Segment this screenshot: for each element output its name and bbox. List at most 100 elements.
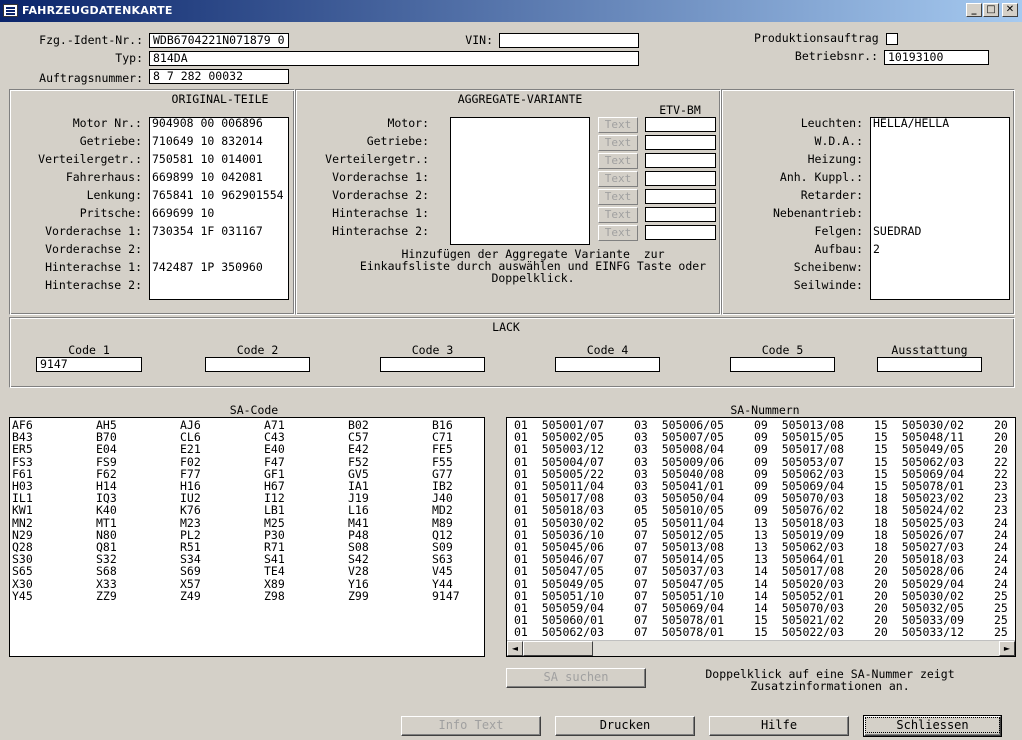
original-teile-value[interactable]: 710649 10 832014 (152, 134, 263, 148)
produktionsauftrag-checkbox[interactable] (886, 33, 898, 45)
equipment-label: Felgen: (814, 224, 863, 238)
vin-field[interactable] (499, 33, 639, 48)
aggregate-text-button[interactable]: Text (598, 153, 638, 169)
sa-code-listbox[interactable] (9, 417, 485, 657)
equipment-label: Nebenantrieb: (772, 206, 863, 220)
lack-code-field[interactable] (555, 357, 660, 372)
vin-label: VIN: (465, 33, 493, 47)
betriebsnr-field[interactable]: 10193100 (884, 50, 989, 65)
hilfe-button[interactable]: Hilfe (709, 716, 849, 736)
original-teile-value[interactable]: 730354 1F 031167 (152, 224, 263, 238)
etv-bm-field[interactable] (645, 207, 716, 222)
equipment-listbox[interactable] (870, 117, 1010, 300)
minimize-button[interactable]: _ (966, 3, 982, 17)
lack-code-field[interactable] (380, 357, 485, 372)
original-teile-label: Hinterachse 1: (45, 260, 142, 274)
original-teile-value[interactable]: 750581 10 014001 (152, 152, 263, 166)
original-teile-label: Fahrerhaus: (65, 170, 142, 184)
etv-bm-field[interactable] (645, 117, 716, 132)
original-teile-value[interactable]: 742487 1P 350960 (152, 260, 263, 274)
aggregate-text-button[interactable]: Text (598, 207, 638, 223)
equipment-label: Scheibenw: (793, 260, 863, 274)
window-title: FAHRZEUGDATENKARTE (22, 4, 173, 17)
scroll-right-arrow-icon[interactable]: ► (999, 641, 1015, 656)
sa-nummer-cell[interactable]: 15 505022/03 (754, 625, 844, 639)
title-bar: FAHRZEUGDATENKARTE _ □ ✕ (0, 0, 1022, 22)
info-text-button[interactable]: Info Text (401, 716, 541, 736)
fzg-ident-label: Fzg.-Ident-Nr.: (39, 33, 143, 47)
maximize-button[interactable]: □ (983, 3, 999, 17)
lack-code-field[interactable]: 9147 (36, 357, 142, 372)
produktionsauftrag-label: Produktionsauftrag (754, 31, 879, 45)
original-teile-value[interactable]: 669899 10 042081 (152, 170, 263, 184)
equipment-label: Retarder: (800, 188, 863, 202)
aggregate-text-button[interactable]: Text (598, 135, 638, 151)
sa-code-cell[interactable]: Z49 (180, 589, 201, 603)
equipment-label: Heizung: (807, 152, 863, 166)
app-icon[interactable] (3, 4, 18, 17)
lack-code-label: Code 5 (761, 343, 804, 357)
sa-code-cell[interactable]: Z99 (348, 589, 369, 603)
original-teile-label: Hinterachse 2: (45, 278, 142, 292)
aggregate-label: Verteilergetr.: (325, 152, 429, 166)
scroll-left-arrow-icon[interactable]: ◄ (507, 641, 523, 656)
original-teile-value[interactable]: 765841 10 962901554 (152, 188, 284, 202)
original-teile-label: Pritsche: (79, 206, 142, 220)
typ-label: Typ: (115, 51, 143, 65)
original-teile-label: Getriebe: (79, 134, 142, 148)
scroll-thumb[interactable] (523, 641, 593, 656)
sa-suchen-button[interactable]: SA suchen (506, 668, 646, 688)
equipment-value[interactable]: 2 (873, 242, 880, 256)
sa-nummer-hint-line-2: Zusatzinformationen an. (750, 679, 910, 693)
typ-field[interactable]: 814DA (149, 51, 639, 66)
etv-bm-field[interactable] (645, 135, 716, 150)
equipment-label: Seilwinde: (793, 278, 863, 292)
auftragsnummer-field[interactable]: 8 7 282 00032 (149, 69, 289, 84)
lack-code-field[interactable] (205, 357, 310, 372)
aggregate-text-button[interactable]: Text (598, 117, 638, 133)
lack-code-field[interactable] (877, 357, 982, 372)
original-teile-value[interactable]: 904908 00 006896 (152, 116, 263, 130)
original-teile-label: Lenkung: (86, 188, 142, 202)
close-button[interactable]: ✕ (1002, 3, 1018, 17)
aggregate-label: Vorderachse 2: (332, 188, 429, 202)
sa-code-cell[interactable]: Y45 (12, 589, 33, 603)
drucken-button[interactable]: Drucken (555, 716, 695, 736)
equipment-value[interactable]: SUEDRAD (873, 224, 921, 238)
sa-code-cell[interactable]: ZZ9 (96, 589, 117, 603)
lack-code-label: Code 3 (411, 343, 454, 357)
aggregate-listbox[interactable] (450, 117, 590, 245)
equipment-label: Aufbau: (814, 242, 863, 256)
equipment-label: Anh. Kuppl.: (779, 170, 863, 184)
aggregate-label: Motor: (387, 116, 429, 130)
etv-bm-field[interactable] (645, 171, 716, 186)
original-teile-title: ORIGINAL-TEILE (171, 92, 269, 106)
aggregate-hint-line-3: Doppelklick. (491, 271, 575, 285)
original-teile-value[interactable]: 669699 10 (152, 206, 214, 220)
aggregate-text-button[interactable]: Text (598, 225, 638, 241)
sa-code-cell[interactable]: 9147 (432, 589, 460, 603)
aggregate-label: Getriebe: (366, 134, 429, 148)
sa-code-cell[interactable]: Z98 (264, 589, 285, 603)
etv-bm-field[interactable] (645, 225, 716, 240)
aggregate-text-button[interactable]: Text (598, 171, 638, 187)
schliessen-button[interactable]: Schliessen (863, 715, 1002, 737)
sa-nummer-cell[interactable]: 01 505062/03 (514, 625, 604, 639)
lack-code-field[interactable] (730, 357, 835, 372)
original-teile-label: Vorderachse 2: (45, 242, 142, 256)
sa-nummer-cell[interactable]: 07 505078/01 (634, 625, 724, 639)
lack-code-label: Code 4 (586, 343, 629, 357)
etv-bm-field[interactable] (645, 153, 716, 168)
equipment-value[interactable]: HELLA/HELLA (873, 116, 949, 130)
sa-nummern-title: SA-Nummern (730, 403, 800, 417)
etv-bm-field[interactable] (645, 189, 716, 204)
auftragsnummer-label: Auftragsnummer: (39, 71, 143, 85)
sa-nummern-scrollbar[interactable]: ◄ ► (507, 640, 1015, 656)
sa-nummer-cell[interactable]: 25 (994, 625, 1012, 639)
aggregate-label: Hinterachse 1: (332, 206, 429, 220)
sa-code-title: SA-Code (229, 403, 279, 417)
lack-code-label: Code 2 (236, 343, 279, 357)
fzg-ident-field[interactable]: WDB6704221N071879 0 (149, 33, 289, 48)
aggregate-text-button[interactable]: Text (598, 189, 638, 205)
sa-nummer-cell[interactable]: 20 505033/12 (874, 625, 964, 639)
